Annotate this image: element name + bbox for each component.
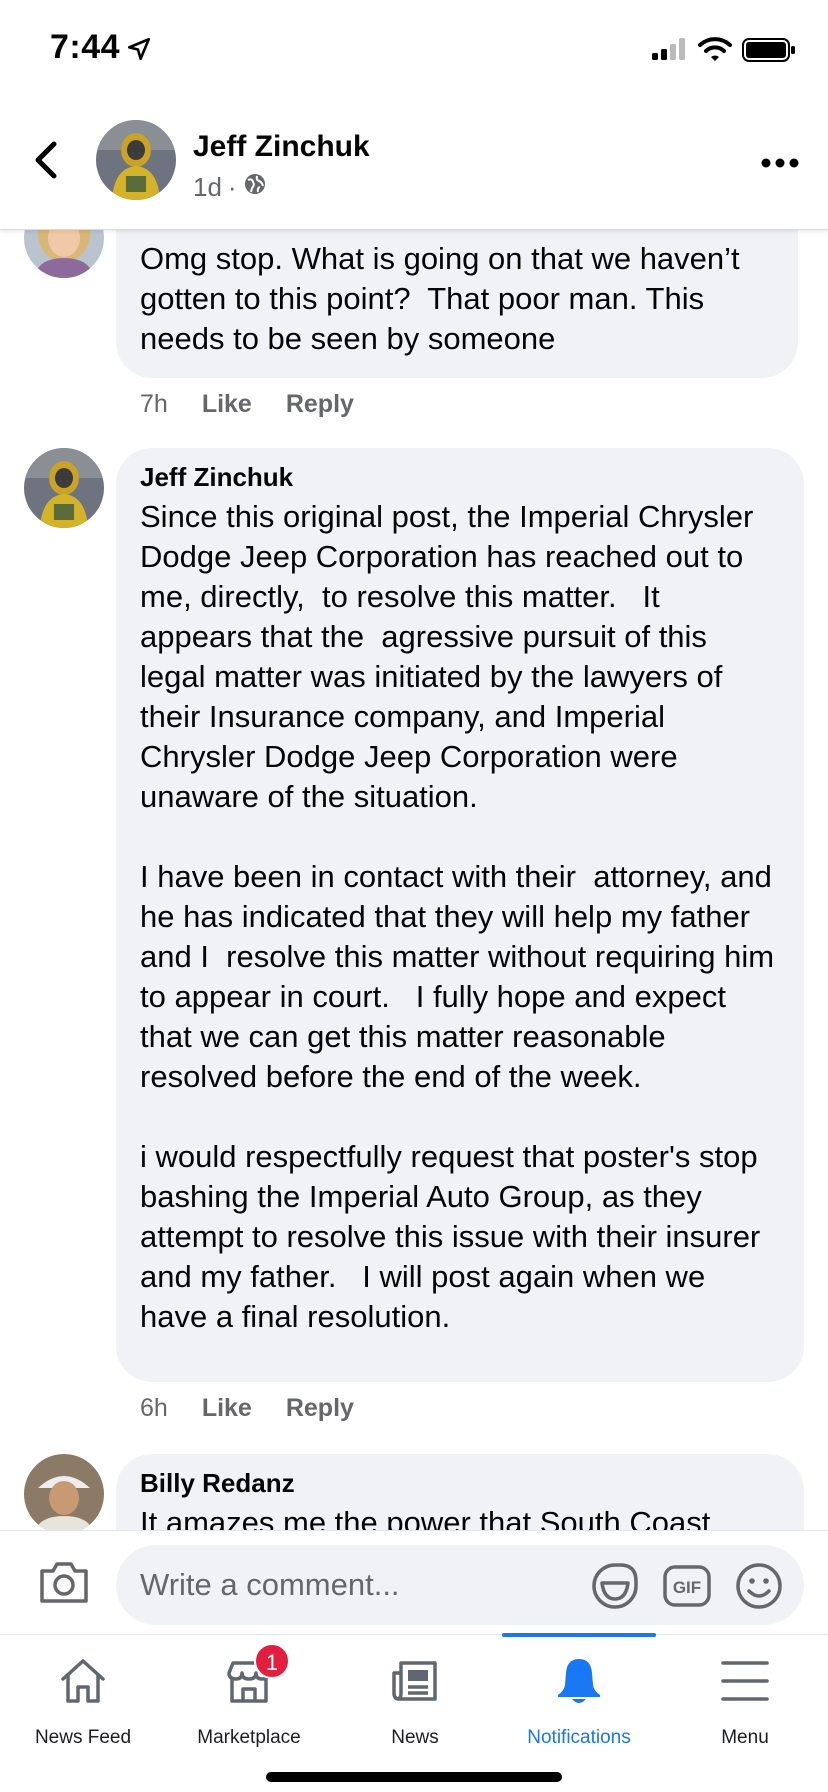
post-header: Jeff Zinchuk 1d ·: [0, 100, 828, 230]
comment-placeholder: Write a comment...: [140, 1567, 400, 1602]
comment-bubble[interactable]: Billy Redanz It amazes me the power that…: [116, 1454, 804, 1530]
tab-label: Menu: [721, 1727, 769, 1748]
meta-separator: ·: [227, 172, 237, 202]
comment-input[interactable]: Write a comment... GIF: [116, 1545, 804, 1625]
commenter-avatar[interactable]: [24, 448, 104, 528]
more-options-button[interactable]: [760, 148, 800, 178]
tab-news-feed[interactable]: News Feed: [0, 1635, 166, 1755]
comment-text: It amazes me the power that South Coast: [140, 1505, 711, 1530]
comment-actions: 7h Like Reply: [140, 390, 354, 419]
gif-icon: GIF: [663, 1565, 711, 1607]
camera-button[interactable]: [38, 1559, 90, 1610]
home-icon: [57, 1655, 109, 1712]
bottom-tab-bar: News Feed 1 Marketplace News Notificatio…: [0, 1633, 828, 1792]
like-button[interactable]: Like: [202, 1394, 252, 1423]
notification-badge: 1: [254, 1643, 290, 1679]
commenter-avatar[interactable]: [24, 1454, 104, 1530]
back-button[interactable]: [30, 138, 70, 188]
newspaper-icon: [389, 1655, 441, 1712]
commenter-name[interactable]: Billy Redanz: [140, 1468, 780, 1499]
globe-icon: [243, 172, 267, 203]
gif-button[interactable]: GIF: [662, 1561, 712, 1616]
comment-bubble[interactable]: Jeff Zinchuk Since this original post, t…: [116, 448, 804, 1382]
comment-actions: 6h Like Reply: [140, 1394, 354, 1423]
tab-label: News Feed: [34, 1727, 132, 1748]
post-meta: 1d ·: [193, 172, 267, 203]
tab-news[interactable]: News: [332, 1635, 498, 1755]
tab-menu[interactable]: Menu: [662, 1635, 828, 1755]
tab-notifications[interactable]: Notifications: [496, 1635, 662, 1755]
sticker-button[interactable]: [590, 1561, 640, 1616]
camera-icon: [40, 1562, 88, 1603]
emoji-button[interactable]: [734, 1561, 784, 1616]
gif-label: GIF: [673, 1578, 701, 1597]
comment-time: 6h: [140, 1394, 168, 1422]
comment-text: Omg stop. What is going on that we haven…: [140, 241, 749, 356]
commenter-name[interactable]: Jeff Zinchuk: [140, 462, 780, 493]
reply-button[interactable]: Reply: [286, 390, 354, 419]
sticker-icon: [592, 1563, 638, 1609]
chevron-left-icon: [35, 141, 57, 179]
bell-icon: [553, 1655, 605, 1712]
comment-composer: Write a comment... GIF: [0, 1530, 828, 1634]
comment-time: 7h: [140, 390, 168, 418]
author-name[interactable]: Jeff Zinchuk: [193, 130, 370, 164]
tab-label: Notifications: [527, 1727, 631, 1748]
comment-text: Since this original post, the Imperial C…: [140, 499, 775, 1334]
tab-label: Marketplace: [197, 1727, 301, 1748]
home-indicator: [266, 1772, 562, 1782]
emoji-icon: [736, 1563, 782, 1609]
ellipsis-icon: [761, 158, 799, 168]
post-time: 1d: [193, 172, 222, 202]
tab-label: News: [391, 1727, 439, 1748]
hamburger-menu-icon: [719, 1655, 771, 1712]
tab-marketplace[interactable]: 1 Marketplace: [166, 1635, 332, 1755]
reply-button[interactable]: Reply: [286, 1394, 354, 1423]
author-avatar[interactable]: [96, 120, 176, 200]
like-button[interactable]: Like: [202, 390, 252, 419]
